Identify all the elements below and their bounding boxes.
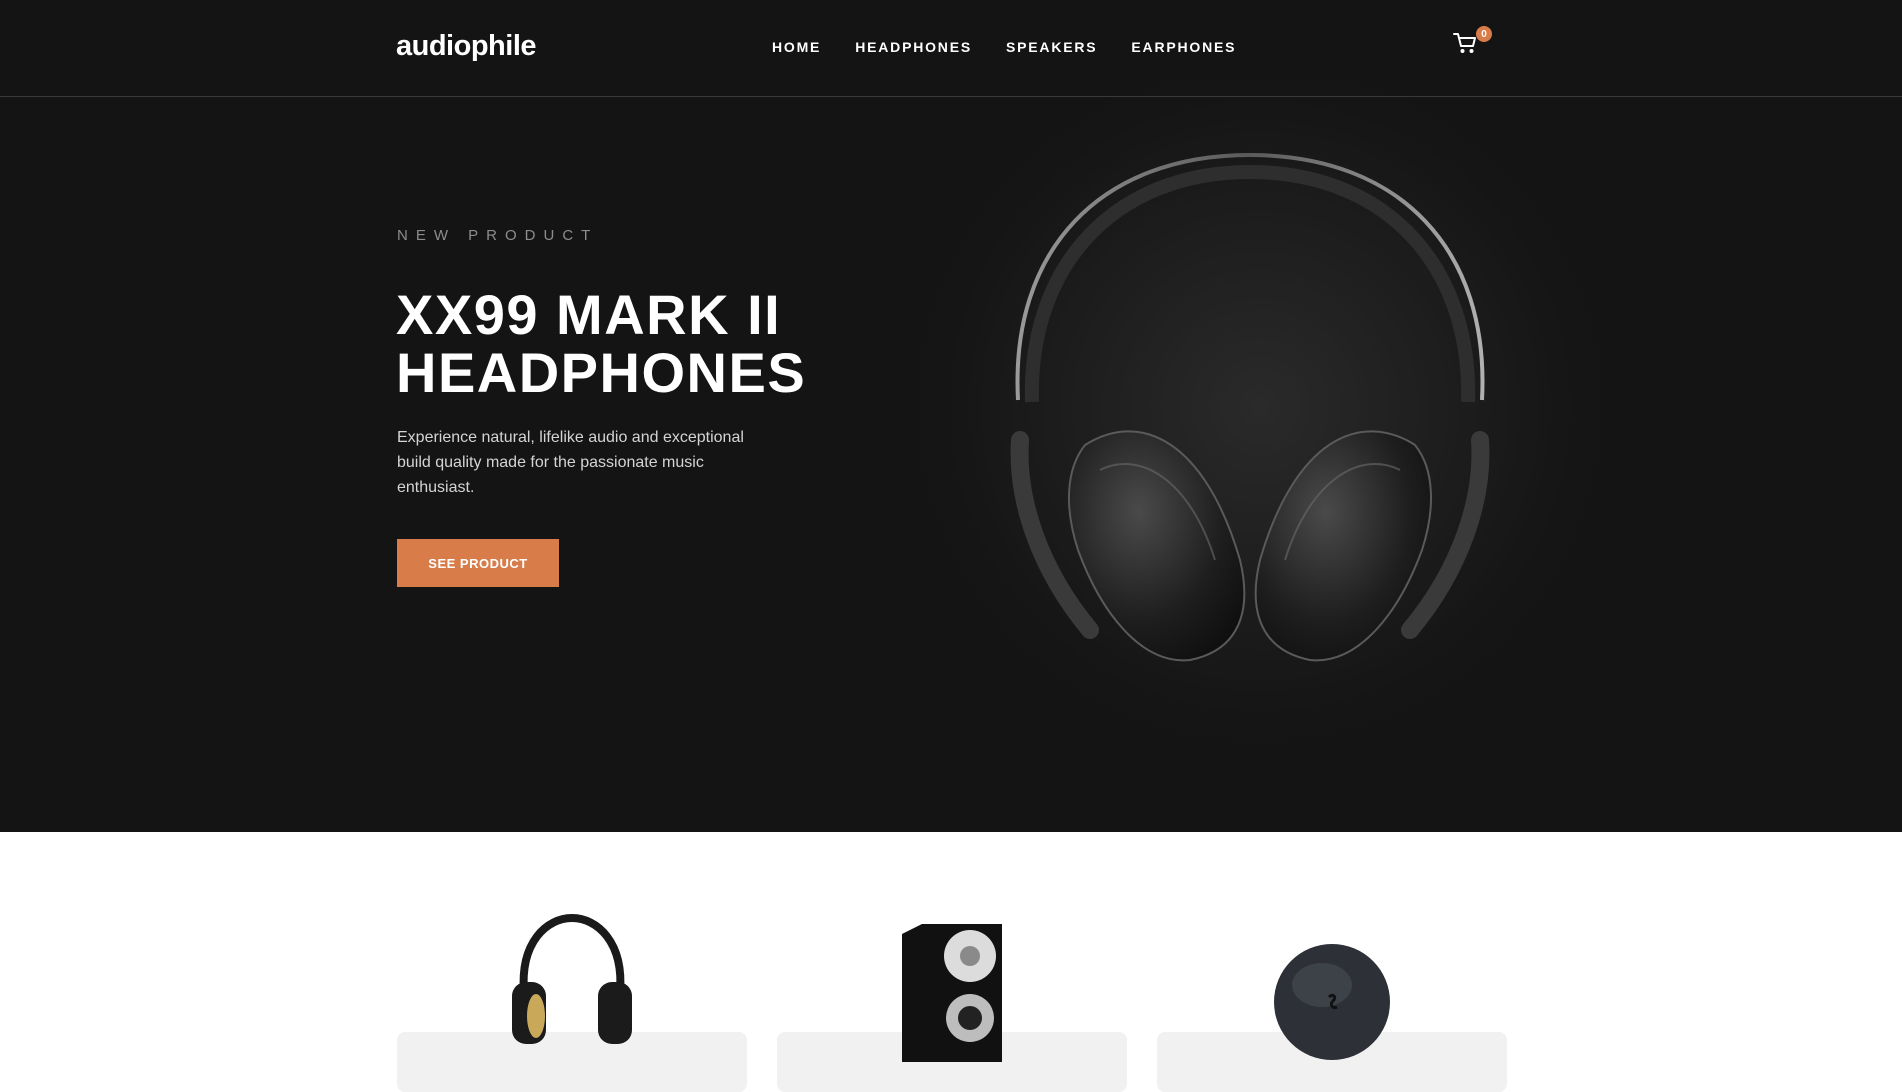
cart-icon bbox=[1453, 33, 1476, 53]
category-card-headphones[interactable] bbox=[397, 913, 747, 1092]
category-card-speakers[interactable] bbox=[777, 924, 1127, 1092]
site-header: audiophile HOME HEADPHONES SPEAKERS EARP… bbox=[0, 0, 1902, 97]
headphones-thumbnail bbox=[512, 913, 632, 1044]
hero-description: Experience natural, lifelike audio and e… bbox=[397, 429, 744, 496]
hero-title: XX99 MARK II HEADPHONES bbox=[396, 283, 807, 404]
category-card-earphones[interactable] bbox=[1157, 944, 1507, 1092]
main-nav: HOME HEADPHONES SPEAKERS EARPHONES bbox=[772, 39, 1236, 55]
hero-headphones-image bbox=[1010, 152, 1490, 662]
category-cards bbox=[0, 832, 1902, 1092]
nav-speakers[interactable]: SPEAKERS bbox=[1006, 39, 1097, 55]
nav-headphones[interactable]: HEADPHONES bbox=[855, 39, 972, 55]
see-product-button[interactable]: SEE PRODUCT bbox=[397, 539, 559, 587]
speaker-thumbnail bbox=[902, 924, 1002, 1062]
cart-button[interactable]: 0 bbox=[1452, 26, 1492, 60]
cart-count-badge: 0 bbox=[1476, 26, 1492, 42]
hero-section: audiophile HOME HEADPHONES SPEAKERS EARP… bbox=[0, 0, 1902, 832]
earphones-case-thumbnail bbox=[1274, 944, 1390, 1060]
nav-earphones[interactable]: EARPHONES bbox=[1131, 39, 1236, 55]
hero-overline: NEW PRODUCT bbox=[397, 227, 599, 244]
nav-home[interactable]: HOME bbox=[772, 39, 821, 55]
logo[interactable]: audiophile bbox=[396, 30, 537, 63]
